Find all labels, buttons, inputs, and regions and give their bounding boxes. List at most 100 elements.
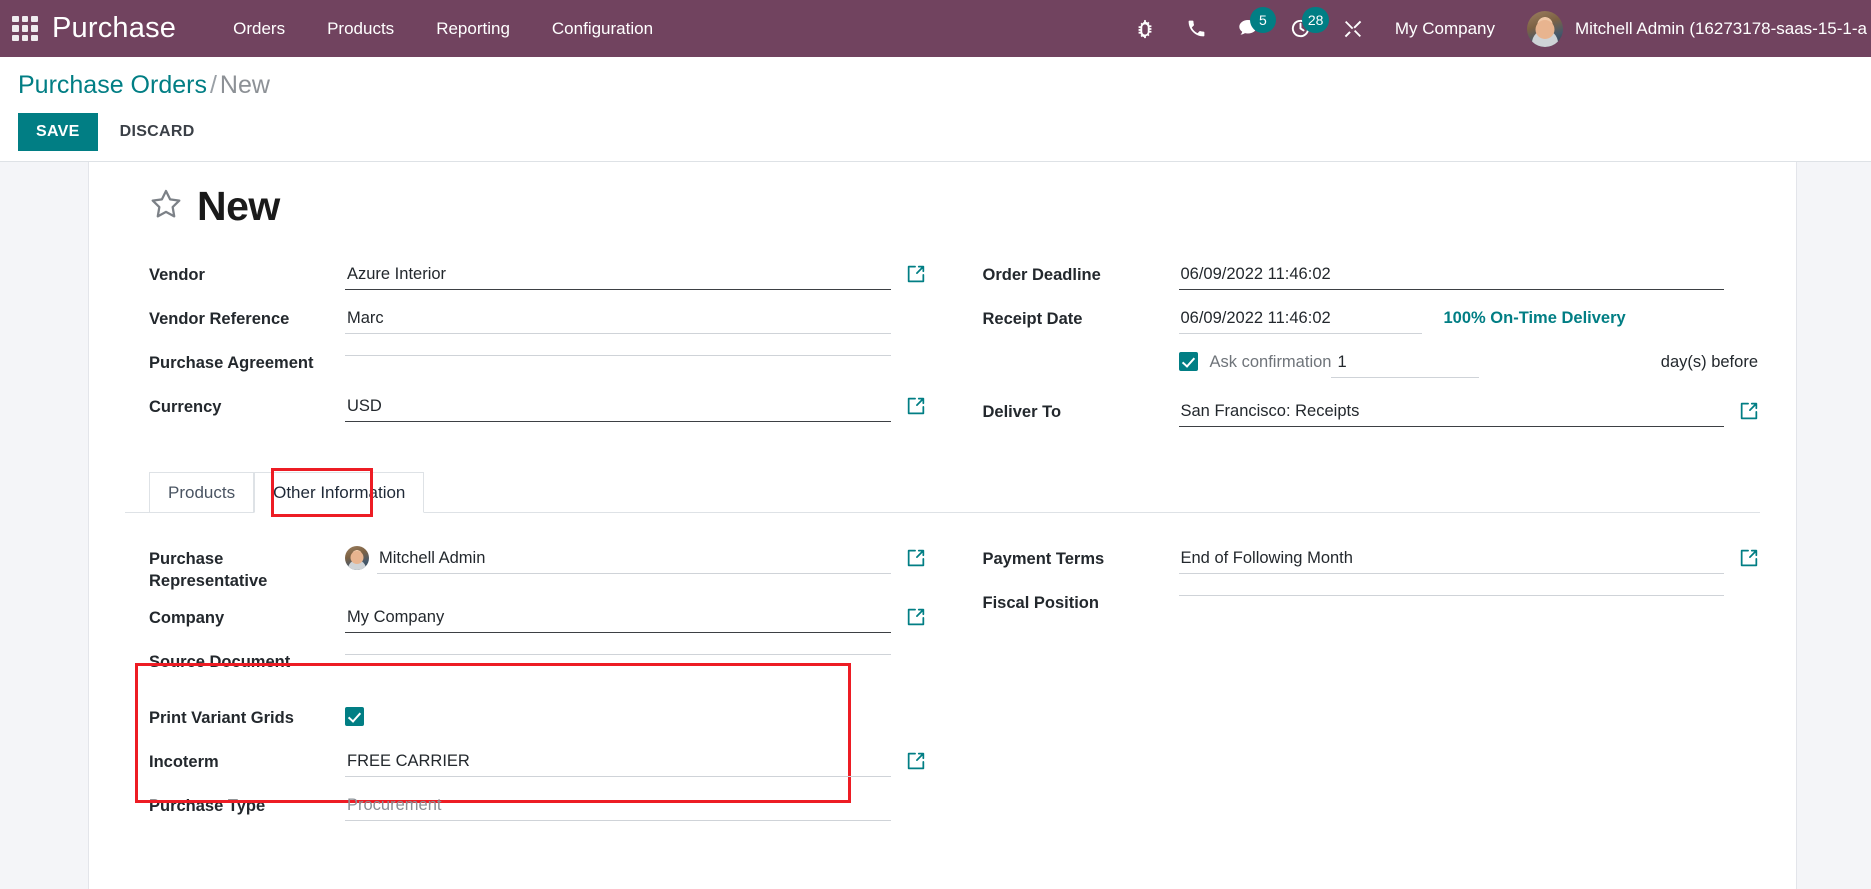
field-purchase-representative: Purchase Representative Mitchell Admin (149, 541, 927, 592)
navbar-company[interactable]: My Company (1379, 19, 1511, 39)
avatar (1527, 10, 1563, 47)
payment-terms-internal-link-icon[interactable] (1738, 547, 1760, 569)
purchase-representative-input[interactable]: Mitchell Admin (377, 541, 891, 574)
spacer-icon (905, 650, 927, 672)
save-button[interactable]: SAVE (18, 112, 98, 151)
form-sheet: New Vendor Azure Interior Vendor Referen… (88, 161, 1797, 889)
record-title-row: New (149, 182, 1760, 229)
tab-products[interactable]: Products (149, 471, 255, 513)
field-order-deadline-label: Order Deadline (982, 265, 1101, 284)
spacer-icon (1738, 591, 1760, 613)
app-brand-purchase[interactable]: Purchase (52, 12, 176, 45)
breadcrumb-purchase-orders[interactable]: Purchase Orders (18, 71, 207, 99)
tools-icon[interactable] (1327, 0, 1379, 57)
spacer-icon (905, 307, 927, 329)
print-variant-grids-checkbox[interactable] (345, 706, 364, 726)
field-purchase-type-label: Purchase Type (149, 796, 266, 815)
breadcrumb-separator: / (209, 71, 217, 99)
breadcrumb: Purchase Orders / New (18, 70, 1871, 101)
currency-input[interactable]: USD (345, 389, 891, 422)
incoterm-input[interactable]: FREE CARRIER (345, 744, 891, 777)
field-currency: Currency USD (149, 389, 927, 425)
field-company-label: Company (149, 608, 225, 627)
menu-orders[interactable]: Orders (212, 0, 306, 57)
field-receipt-date: Receipt Date 06/09/2022 11:46:02 100% On… (983, 301, 1761, 337)
on-time-delivery-badge[interactable]: 100% On-Time Delivery (1444, 301, 1626, 329)
notebook: Products Other Information Purchase Repr… (125, 467, 1760, 832)
field-receipt-date-label: Receipt Date (982, 309, 1083, 328)
field-currency-label: Currency (149, 397, 222, 416)
field-fiscal-position: Fiscal Position (983, 585, 1761, 621)
tab-other-information[interactable]: Other Information (254, 471, 425, 513)
purchase-type-select[interactable]: Procurement (345, 788, 891, 821)
custom-fields-group: Print Variant Grids Incoterm FREE CARRIE… (149, 688, 927, 824)
header-field-groups: Vendor Azure Interior Vendor Reference M… (125, 257, 1760, 438)
user-menu[interactable]: Mitchell Admin (16273178-saas-15-1-a (1511, 10, 1871, 47)
deliver-to-internal-link-icon[interactable] (1738, 400, 1760, 422)
other-info-left-group: Purchase Representative Mitchell Admin C… (149, 541, 927, 832)
header-left-group: Vendor Azure Interior Vendor Reference M… (149, 257, 927, 438)
field-ask-confirmation: Ask confirmation 1 day(s) before (983, 345, 1761, 386)
ask-confirmation-row: Ask confirmation 1 day(s) before (1178, 345, 1761, 378)
menu-configuration[interactable]: Configuration (531, 0, 674, 57)
ask-confirmation-checkbox[interactable] (1178, 351, 1198, 371)
purchase-representative-internal-link-icon[interactable] (905, 547, 927, 569)
field-company: Company My Company (149, 600, 927, 636)
field-vendor: Vendor Azure Interior (149, 257, 927, 293)
spacer-icon (1738, 263, 1760, 285)
payment-terms-input[interactable]: End of Following Month (1178, 541, 1724, 574)
incoterm-internal-link-icon[interactable] (905, 750, 927, 772)
field-fiscal-position-label: Fiscal Position (982, 593, 1099, 612)
order-deadline-input[interactable]: 06/09/2022 11:46:02 (1178, 257, 1724, 290)
currency-internal-link-icon[interactable] (905, 395, 927, 417)
field-source-document: Source Document (149, 644, 927, 680)
activities-badge: 28 (1301, 7, 1330, 33)
messages-icon[interactable]: 5 (1223, 0, 1276, 57)
field-print-variant-grids: Print Variant Grids (149, 700, 927, 736)
field-purchase-type: Purchase Type Procurement (149, 788, 927, 824)
field-incoterm-label: Incoterm (149, 752, 219, 771)
ask-confirmation-label: Ask confirmation (1209, 352, 1332, 371)
navbar-system-icons: 5 28 (1119, 0, 1379, 57)
sheet-background: New Vendor Azure Interior Vendor Referen… (0, 161, 1871, 889)
field-order-deadline: Order Deadline 06/09/2022 11:46:02 (983, 257, 1761, 293)
field-source-document-label: Source Document (149, 652, 291, 671)
ask-confirmation-days-input[interactable]: 1 (1331, 345, 1480, 378)
field-purchase-representative-label: Purchase Representative (149, 549, 268, 590)
source-document-input[interactable] (345, 644, 891, 655)
purchase-agreement-input[interactable] (345, 345, 891, 356)
favorite-star-icon[interactable] (149, 187, 183, 226)
menu-reporting[interactable]: Reporting (415, 0, 531, 57)
phone-icon[interactable] (1171, 0, 1223, 57)
field-purchase-agreement-label: Purchase Agreement (149, 353, 314, 372)
spacer-icon (905, 351, 927, 373)
field-print-variant-grids-label: Print Variant Grids (149, 708, 294, 727)
menu-products[interactable]: Products (306, 0, 415, 57)
header-right-group: Order Deadline 06/09/2022 11:46:02 Recei… (983, 257, 1761, 438)
field-ask-confirmation-spacer (983, 345, 1179, 352)
field-incoterm: Incoterm FREE CARRIER (149, 744, 927, 780)
spacer-icon (905, 794, 927, 816)
vendor-reference-input[interactable]: Marc (345, 301, 891, 334)
other-info-groups: Purchase Representative Mitchell Admin C… (125, 541, 1760, 832)
activities-clock-icon[interactable]: 28 (1275, 0, 1330, 57)
form-action-buttons: SAVE DISCARD (18, 112, 1871, 151)
purchase-representative-avatar (345, 545, 369, 570)
fiscal-position-input[interactable] (1178, 585, 1724, 596)
bug-icon[interactable] (1119, 0, 1171, 57)
deliver-to-input[interactable]: San Francisco: Receipts (1178, 394, 1724, 427)
breadcrumb-current: New (219, 71, 270, 99)
top-navbar: Purchase Orders Products Reporting Confi… (0, 0, 1871, 57)
vendor-input[interactable]: Azure Interior (345, 257, 891, 290)
vendor-internal-link-icon[interactable] (905, 263, 927, 285)
receipt-date-input[interactable]: 06/09/2022 11:46:02 (1178, 301, 1422, 334)
field-purchase-agreement: Purchase Agreement (149, 345, 927, 381)
days-before-label: day(s) before (1660, 352, 1758, 371)
field-vendor-reference: Vendor Reference Marc (149, 301, 927, 337)
apps-grid-icon[interactable] (12, 15, 38, 42)
company-internal-link-icon[interactable] (905, 606, 927, 628)
company-input[interactable]: My Company (345, 600, 891, 633)
discard-button[interactable]: DISCARD (98, 113, 217, 151)
field-payment-terms-label: Payment Terms (982, 549, 1105, 568)
page-title: New (197, 182, 280, 229)
